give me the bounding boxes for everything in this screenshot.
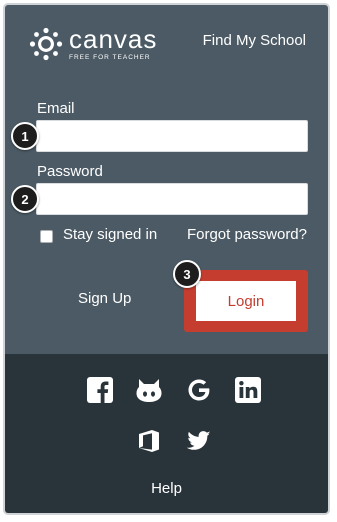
password-input[interactable] — [36, 183, 308, 215]
stay-signed-in-label[interactable]: Stay signed in — [63, 226, 157, 243]
brand-name: canvas — [69, 24, 158, 54]
email-label: Email — [37, 100, 75, 117]
linkedin-icon[interactable] — [235, 377, 261, 403]
help-link[interactable]: Help — [5, 480, 328, 497]
twitter-icon[interactable] — [186, 428, 212, 454]
login-button[interactable]: Login — [196, 281, 296, 321]
facebook-icon[interactable] — [87, 377, 113, 403]
forgot-password-link[interactable]: Forgot password? — [187, 226, 307, 243]
login-panel: canvas FREE FOR TEACHER Find My School E… — [3, 3, 330, 515]
canvas-logo: canvas FREE FOR TEACHER — [29, 24, 169, 67]
github-icon[interactable] — [136, 377, 162, 403]
password-label: Password — [37, 163, 103, 180]
callout-badge-3: 3 — [173, 260, 201, 288]
find-my-school-link[interactable]: Find My School — [203, 32, 306, 49]
callout-badge-2: 2 — [11, 185, 39, 213]
canvas-logo-icon — [29, 27, 63, 61]
google-icon[interactable] — [186, 377, 212, 403]
email-input[interactable] — [36, 120, 308, 152]
office365-icon[interactable] — [136, 428, 162, 454]
sign-up-link[interactable]: Sign Up — [78, 290, 131, 307]
callout-badge-1: 1 — [11, 122, 39, 150]
stay-signed-in-checkbox[interactable] — [40, 230, 53, 243]
brand-tagline: FREE FOR TEACHER — [69, 54, 151, 61]
